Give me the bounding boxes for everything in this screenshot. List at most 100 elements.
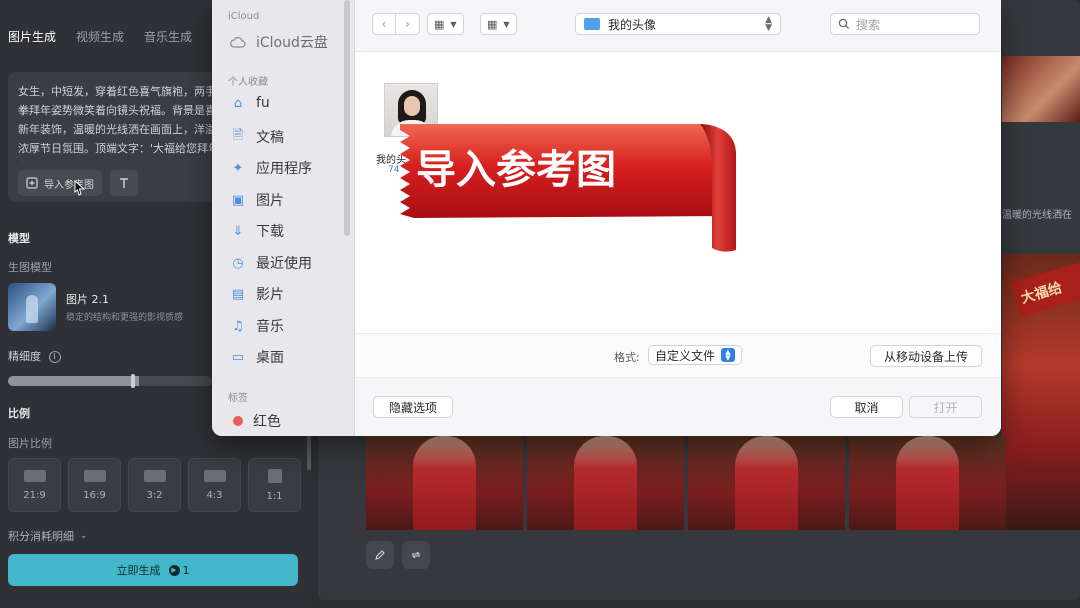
ratio-shape-icon: [83, 469, 106, 482]
sidebar-label: 最近使用: [256, 256, 312, 272]
text-icon: [120, 178, 128, 188]
ratio-option-3-2[interactable]: 3:2: [128, 458, 181, 512]
ratio-label: 21:9: [23, 489, 46, 501]
sidebar-label: 影片: [256, 287, 284, 303]
chevron-down-icon: ▼: [450, 19, 457, 29]
import-reference-button[interactable]: 导入参考图: [18, 170, 102, 196]
sidebar-tag-red[interactable]: 红色: [233, 411, 281, 431]
tab-music-gen[interactable]: 音乐生成: [144, 28, 192, 45]
generate-button[interactable]: 立即生成 ▶ 1: [8, 554, 298, 586]
ratio-option-16-9[interactable]: 16:9: [68, 458, 121, 512]
model-section-title: 模型: [8, 232, 30, 245]
tab-image-gen[interactable]: 图片生成: [8, 28, 56, 45]
back-button[interactable]: ‹: [372, 13, 396, 35]
search-icon: [838, 18, 850, 30]
photo-icon: ▣: [231, 192, 245, 208]
sidebar-item-recents[interactable]: ◷ 最近使用: [230, 253, 312, 273]
image-add-icon: [26, 177, 38, 189]
sidebar-item-pictures[interactable]: ▣ 图片: [230, 190, 284, 210]
text-style-button[interactable]: [110, 170, 138, 196]
result-image-large[interactable]: 大福给: [1002, 254, 1080, 530]
precision-slider-handle[interactable]: [131, 374, 135, 388]
sidebar-item-icloud-drive[interactable]: iCloud云盘: [230, 32, 328, 52]
sidebar-item-music[interactable]: ♫ 音乐: [230, 316, 284, 336]
format-label: 格式:: [614, 351, 640, 364]
ratio-label: 1:1: [266, 490, 283, 502]
sidebar-scrollbar[interactable]: [344, 0, 350, 236]
home-icon: ⌂: [233, 95, 243, 111]
result-image-thumbnail[interactable]: [1002, 56, 1080, 122]
dialog-button-bar: 隐藏选项 取消 打开: [355, 377, 1001, 436]
sidebar-item-desktop[interactable]: ▭ 桌面: [230, 347, 284, 367]
tab-video-gen[interactable]: 视频生成: [76, 28, 124, 45]
document-icon: 🗎: [232, 128, 244, 143]
ratio-option-21-9[interactable]: 21:9: [8, 458, 61, 512]
ratio-option-1-1[interactable]: 1:1: [248, 458, 301, 512]
sidebar-item-applications[interactable]: ✦ 应用程序: [230, 158, 312, 178]
result-image[interactable]: [366, 436, 523, 530]
precision-slider[interactable]: [8, 376, 212, 386]
generate-cost-value: 1: [182, 563, 190, 577]
cancel-button[interactable]: 取消: [830, 396, 903, 418]
history-nav: ‹ ›: [372, 13, 420, 35]
search-input[interactable]: 搜索: [830, 13, 980, 35]
credits-label: 积分消耗明细: [8, 530, 74, 543]
image-tools: [366, 541, 430, 569]
hide-options-button[interactable]: 隐藏选项: [373, 396, 453, 418]
result-image-strip: [366, 436, 1006, 530]
credits-details-toggle[interactable]: 积分消耗明细 ⌄: [8, 528, 88, 544]
chevron-down-icon: ▼: [503, 19, 510, 29]
banner-text: 导入参考图: [416, 147, 616, 193]
generate-cost: ▶ 1: [168, 563, 190, 577]
ratio-section-title: 比例: [8, 407, 30, 420]
sidebar-item-home[interactable]: ⌂ fu: [230, 95, 270, 111]
folder-icon: [584, 18, 600, 30]
sidebar-item-movies[interactable]: ▤ 影片: [230, 284, 284, 304]
ratio-shape-icon: [143, 469, 166, 482]
tags-header: 标签: [228, 393, 248, 404]
open-button[interactable]: 打开: [909, 396, 982, 418]
ratio-options: 21:9 16:9 3:2 4:3 1:1: [8, 458, 301, 512]
precision-label-text: 精细度: [8, 350, 41, 363]
sidebar-label: 音乐: [256, 319, 284, 335]
grid-icon: ▦: [434, 17, 445, 31]
pencil-icon: [375, 550, 385, 560]
format-select[interactable]: 自定义文件 ▲ ▼: [648, 345, 742, 365]
forward-button[interactable]: ›: [396, 13, 420, 35]
download-icon: ⇓: [232, 223, 244, 239]
precision-slider-fill: [8, 376, 139, 386]
view-mode-button[interactable]: ▦ ▼: [427, 13, 464, 35]
dialog-sidebar: iCloud iCloud云盘 个人收藏 ⌂ fu 🗎 文稿 ✦ 应用程序 ▣ 图片 ⇓…: [212, 0, 355, 436]
mouse-cursor-icon: [74, 180, 86, 196]
location-select[interactable]: 我的头像 ▲ ▼: [575, 13, 781, 35]
ratio-label: 16:9: [83, 489, 106, 501]
music-icon: ♫: [232, 318, 244, 334]
regenerate-button[interactable]: [402, 541, 430, 569]
ratio-label: 3:2: [146, 489, 163, 501]
up-down-chevron-icon: ▲ ▼: [765, 15, 772, 33]
sidebar-label: fu: [256, 95, 270, 111]
result-image[interactable]: [849, 436, 1006, 530]
up-down-chevron-icon: ▲ ▼: [721, 348, 735, 362]
result-image[interactable]: [527, 436, 684, 530]
edit-button[interactable]: [366, 541, 394, 569]
sidebar-item-documents[interactable]: 🗎 文稿: [230, 127, 284, 147]
location-label: 我的头像: [608, 17, 657, 32]
group-mode-button[interactable]: ▦ ▼: [480, 13, 517, 35]
favorites-header: 个人收藏: [228, 77, 268, 88]
model-card[interactable]: 图片 2.1 稳定的结构和更强的影视质感: [8, 283, 218, 331]
sidebar-item-downloads[interactable]: ⇓ 下载: [230, 221, 284, 241]
prompt-text[interactable]: 女生，中短发，穿着红色喜气旗袍，两手抱拳拜年姿势微笑着向镜头祝福。背景是喜庆新年…: [18, 82, 228, 162]
model-section-subtitle: 生图模型: [8, 261, 52, 274]
clock-icon: ◷: [232, 255, 244, 271]
upload-from-mobile-button[interactable]: 从移动设备上传: [870, 345, 982, 367]
ratio-label: 4:3: [206, 489, 223, 501]
sidebar-label: 桌面: [256, 350, 284, 366]
ratio-shape-icon: [203, 469, 226, 482]
result-image[interactable]: [688, 436, 845, 530]
precision-label: 精细度 i: [8, 348, 61, 364]
group-grid-icon: ▦: [487, 17, 498, 31]
info-icon: i: [48, 351, 61, 363]
sidebar-label: 应用程序: [256, 161, 312, 177]
ratio-option-4-3[interactable]: 4:3: [188, 458, 241, 512]
